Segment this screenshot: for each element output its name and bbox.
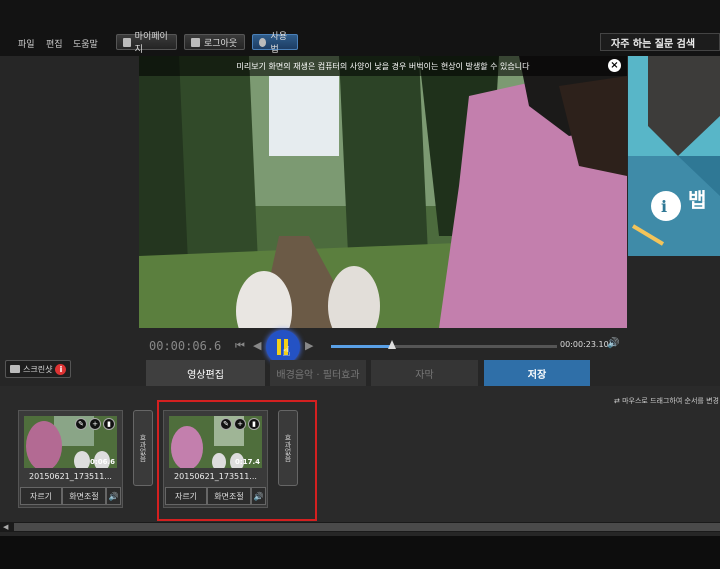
- seek-bar[interactable]: [331, 345, 557, 348]
- logout-button[interactable]: 로그아웃: [184, 34, 245, 50]
- faq-search-button[interactable]: 자주 하는 질문 검색: [600, 33, 720, 51]
- reorder-hint: ⇄ 마우스로 드래그하여 순서를 변경: [614, 396, 719, 406]
- video-preview: 미리보기 화면의 재생은 컴퓨터의 사양이 낮을 경우 버벅이는 현상이 발생할…: [139, 56, 627, 328]
- mypage-button[interactable]: 마이페이지: [116, 32, 177, 55]
- pause-icon: [277, 339, 281, 355]
- volume-icon[interactable]: 🔊: [607, 338, 619, 349]
- logout-label: 로그아웃: [204, 38, 238, 49]
- info-icon: [259, 37, 267, 47]
- reorder-hint-text: 마우스로 드래그하여 순서를 변경: [622, 397, 719, 405]
- clip-volume-icon[interactable]: 🔊: [106, 487, 121, 505]
- ad-image: i: [628, 56, 720, 256]
- delete-icon[interactable]: ▮: [103, 418, 115, 430]
- info-icon[interactable]: i: [55, 363, 67, 375]
- total-time: 00:00:23.10: [560, 340, 609, 349]
- user-icon: [123, 37, 131, 47]
- preview-notice-text: 미리보기 화면의 재생은 컴퓨터의 사양이 낮을 경우 버벅이는 현상이 발생할…: [236, 61, 530, 71]
- usage-label: 사용법: [270, 32, 288, 55]
- preview-notice: 미리보기 화면의 재생은 컴퓨터의 사양이 낮을 경우 버벅이는 현상이 발생할…: [139, 56, 627, 76]
- clip-thumbnail: ✎ + ▮ 0:06.6: [24, 416, 117, 468]
- step-forward-icon[interactable]: ▶: [305, 339, 313, 352]
- camera-icon: [10, 365, 20, 373]
- cursor-icon: ☝: [282, 344, 291, 360]
- skip-back-icon[interactable]: ⏮: [235, 339, 245, 353]
- screenshot-button[interactable]: 스크린샷 i: [5, 360, 71, 378]
- effect-icon[interactable]: ✎: [75, 418, 87, 430]
- step-back-icon[interactable]: ◀: [253, 339, 261, 352]
- video-frame: [139, 56, 627, 328]
- seek-progress: [331, 345, 393, 348]
- ad-text: 뱁: [688, 188, 707, 212]
- tab-video-edit[interactable]: 영상편집: [146, 360, 265, 386]
- tab-bgm-filter[interactable]: 배경음악 · 필터효과: [270, 360, 366, 386]
- scroll-left-icon[interactable]: ◀: [3, 523, 8, 531]
- trim-button[interactable]: 자르기: [20, 487, 62, 505]
- timeline-scrollbar[interactable]: ◀: [0, 522, 720, 532]
- menu-edit[interactable]: 편집: [46, 37, 63, 50]
- ad-banner[interactable]: i 뱁: [628, 56, 720, 256]
- add-icon[interactable]: +: [89, 418, 101, 430]
- selection-highlight: [157, 400, 317, 521]
- clip-duration: 0:06.6: [90, 458, 115, 466]
- svg-text:i: i: [661, 197, 667, 216]
- clip-filename: 20150621_173511...: [29, 472, 112, 481]
- tab-subtitle[interactable]: 자막: [371, 360, 478, 386]
- scroll-thumb[interactable]: [14, 523, 720, 531]
- tab-save[interactable]: 저장: [484, 360, 590, 386]
- pause-button[interactable]: ☝: [266, 330, 300, 364]
- transition-effect-button[interactable]: 효과없음: [133, 410, 153, 486]
- clip-card[interactable]: ✎ + ▮ 0:06.6 20150621_173511... 자르기 화면조절…: [18, 410, 123, 508]
- close-icon[interactable]: ×: [608, 59, 621, 72]
- menu-help[interactable]: 도움말: [73, 37, 98, 50]
- usage-button[interactable]: 사용법: [252, 32, 298, 55]
- screenshot-label: 스크린샷: [23, 364, 53, 374]
- logout-icon: [191, 37, 200, 47]
- menu-file[interactable]: 파일: [18, 37, 35, 50]
- swap-icon: ⇄: [614, 397, 620, 405]
- mypage-label: 마이페이지: [134, 32, 168, 55]
- seek-thumb[interactable]: [388, 340, 397, 349]
- screen-adjust-button[interactable]: 화면조절: [62, 487, 106, 505]
- current-time: 00:00:06.6: [149, 339, 222, 353]
